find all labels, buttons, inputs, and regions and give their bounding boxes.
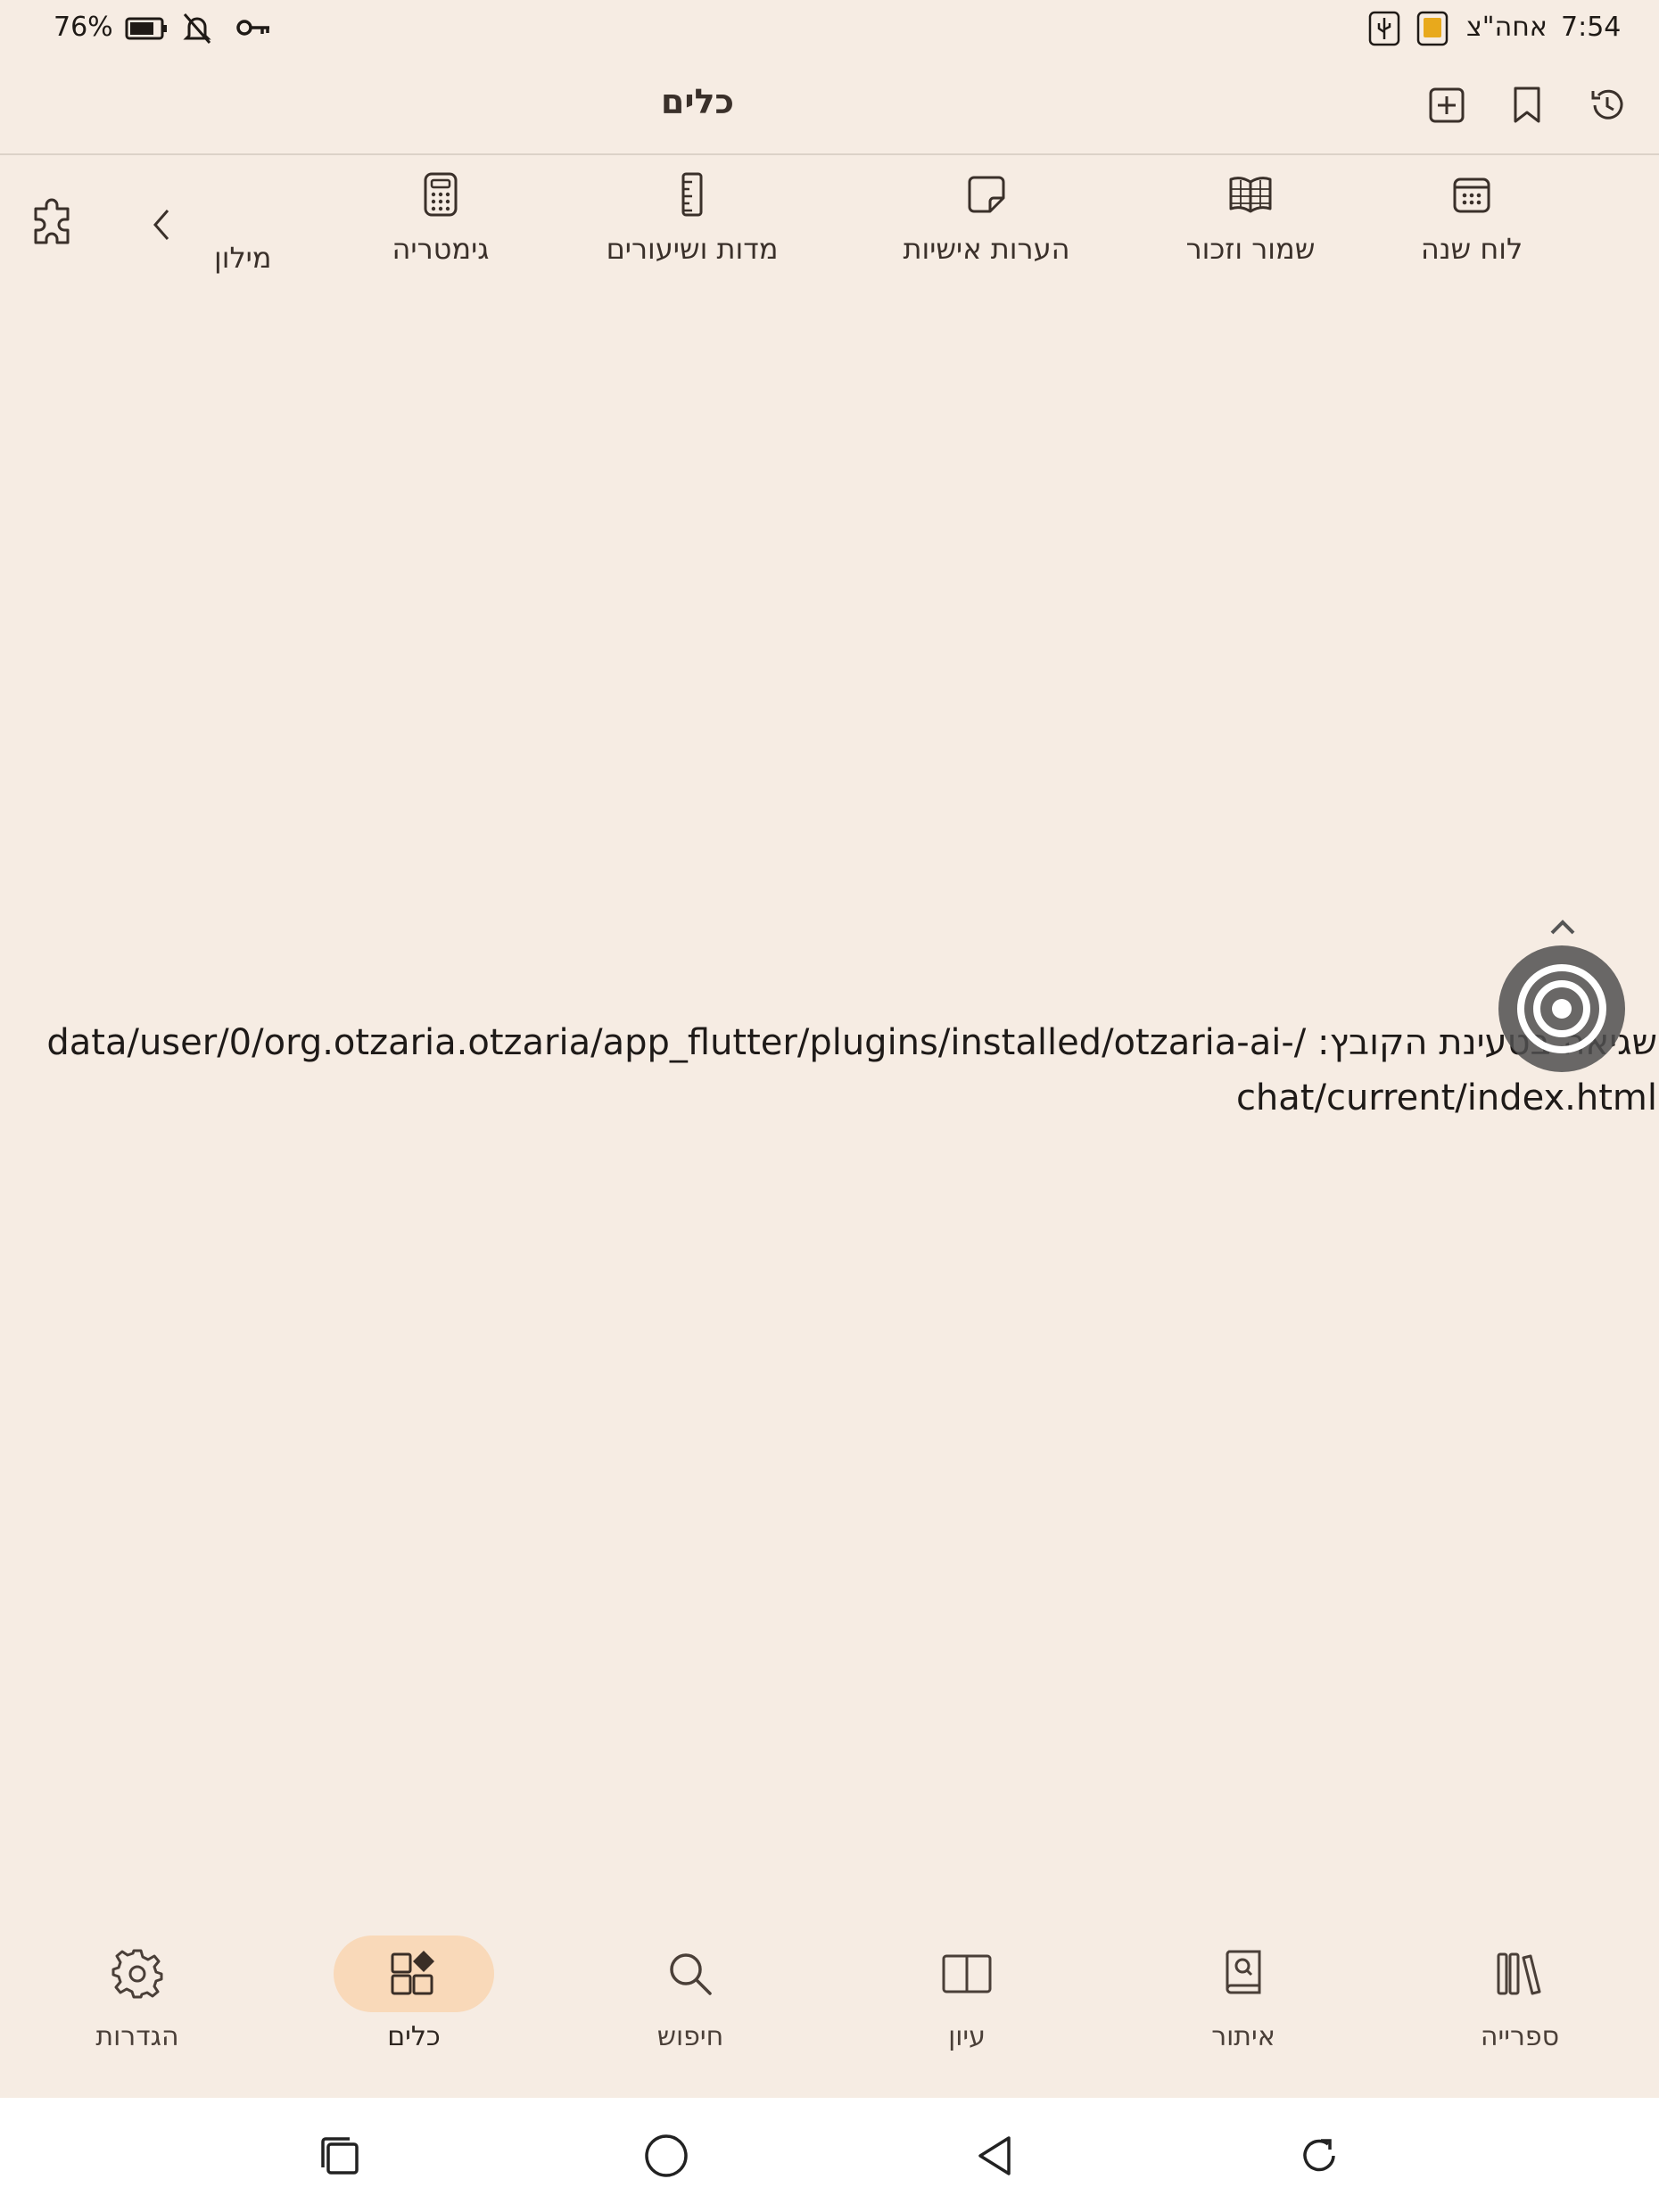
nav-study[interactable]: עיון bbox=[860, 1936, 1074, 2052]
tool-shamor-vezachor[interactable]: שמור וזכור bbox=[1117, 169, 1384, 266]
nav-find[interactable]: איתור bbox=[1136, 1936, 1350, 2052]
open-book-icon bbox=[940, 1951, 994, 1997]
find-book-icon bbox=[1220, 1948, 1267, 2000]
nav-icon-wrap bbox=[610, 1936, 771, 2012]
tool-label: מדות ושיעורים bbox=[606, 232, 779, 266]
home-button[interactable] bbox=[635, 2125, 697, 2187]
bottom-navigation: ספרייה איתור עיון חיפוש כלים הגדרות bbox=[0, 1918, 1659, 2098]
tool-label: גימטריה bbox=[392, 232, 490, 266]
tool-label: שמור וזכור bbox=[1185, 232, 1316, 266]
scroll-tools-left-button[interactable] bbox=[143, 203, 182, 246]
history-icon bbox=[1588, 86, 1627, 125]
refresh-icon bbox=[1296, 2133, 1342, 2179]
nav-label: הגדרות bbox=[95, 2021, 179, 2052]
system-navigation-bar bbox=[0, 2098, 1659, 2212]
tools-icon bbox=[387, 1947, 441, 2001]
nav-settings[interactable]: הגדרות bbox=[30, 1936, 244, 2052]
battery-icon bbox=[125, 16, 169, 41]
nav-label: עיון bbox=[948, 2021, 986, 2052]
active-indicator bbox=[334, 1936, 494, 2012]
tool-label: מילון bbox=[214, 241, 272, 275]
home-circle-icon bbox=[643, 2133, 689, 2179]
book-open-icon bbox=[1226, 169, 1275, 219]
app-bar: כלים bbox=[0, 57, 1659, 155]
tool-dictionary[interactable]: מילון bbox=[214, 241, 276, 275]
history-button[interactable] bbox=[1582, 80, 1632, 130]
nav-icon-wrap bbox=[1440, 1936, 1600, 2012]
usb-icon bbox=[1368, 11, 1400, 46]
date-label: אחה"צ bbox=[1466, 12, 1548, 43]
nav-search[interactable]: חיפוש bbox=[583, 1936, 797, 2052]
error-message: שגיאה בטעינת הקובץ: /data/user/0/org.otz… bbox=[46, 1022, 1657, 1118]
calendar-icon bbox=[1447, 169, 1497, 219]
bookmarks-button[interactable] bbox=[1502, 80, 1552, 130]
page-title: כלים bbox=[660, 82, 735, 121]
search-icon bbox=[665, 1949, 715, 1999]
nav-label: כלים bbox=[387, 2021, 441, 2052]
vpn-key-icon bbox=[235, 14, 271, 41]
add-tab-button[interactable] bbox=[1422, 80, 1472, 130]
nav-label: איתור bbox=[1211, 2021, 1275, 2052]
chevron-up-icon bbox=[1548, 917, 1577, 937]
battery-percent: 76% bbox=[54, 12, 113, 43]
ruler-icon bbox=[667, 169, 717, 219]
status-bar: 76% אחה"צ 7:54 bbox=[0, 0, 1659, 57]
back-button[interactable] bbox=[963, 2125, 1026, 2187]
tool-gematria[interactable]: גימטריה bbox=[307, 169, 574, 266]
clock: 7:54 bbox=[1561, 12, 1622, 43]
app-notification-icon bbox=[1416, 11, 1449, 46]
calculator-icon bbox=[416, 169, 466, 219]
floating-target-button[interactable] bbox=[1498, 945, 1625, 1072]
nav-label: ספרייה bbox=[1480, 2021, 1560, 2052]
nav-tools[interactable]: כלים bbox=[307, 1936, 521, 2052]
chevron-left-icon bbox=[143, 203, 182, 246]
tool-personal-notes[interactable]: הערות אישיות bbox=[853, 169, 1120, 266]
nav-label: חיפוש bbox=[656, 2021, 724, 2052]
library-icon bbox=[1493, 1949, 1547, 1999]
nav-icon-wrap bbox=[887, 1936, 1047, 2012]
recent-apps-button[interactable] bbox=[309, 2125, 371, 2187]
bookmark-icon bbox=[1511, 86, 1543, 125]
tool-label: הערות אישיות bbox=[903, 232, 1070, 266]
tool-label: לוח שנה bbox=[1420, 232, 1523, 266]
add-box-icon bbox=[1428, 87, 1465, 124]
target-icon bbox=[1513, 960, 1611, 1058]
tool-measures[interactable]: מדות ושיעורים bbox=[558, 169, 826, 266]
puzzle-icon bbox=[27, 198, 77, 252]
nav-icon-wrap bbox=[57, 1936, 218, 2012]
back-triangle-icon bbox=[973, 2133, 1016, 2179]
nav-icon-wrap bbox=[1163, 1936, 1324, 2012]
notifications-off-icon bbox=[180, 11, 214, 46]
extensions-button[interactable] bbox=[27, 198, 77, 252]
rotate-button[interactable] bbox=[1288, 2125, 1350, 2187]
sticky-note-icon bbox=[962, 169, 1011, 219]
recents-icon bbox=[318, 2134, 362, 2178]
nav-library[interactable]: ספרייה bbox=[1413, 1936, 1627, 2052]
gear-icon bbox=[111, 1948, 163, 2000]
